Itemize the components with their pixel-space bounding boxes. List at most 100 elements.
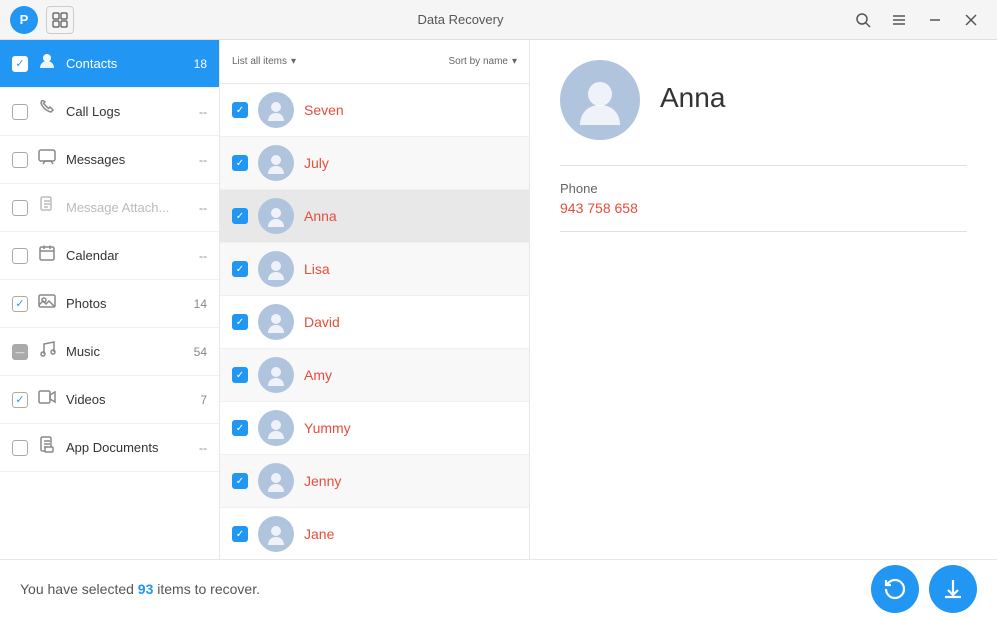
message-attach-icon xyxy=(38,196,56,219)
music-icon xyxy=(38,340,56,363)
videos-icon xyxy=(38,388,56,411)
list-item[interactable]: Jane xyxy=(220,508,529,559)
main-content: Contacts 18 Call Logs -- Messages -- xyxy=(0,40,997,559)
detail-divider2 xyxy=(560,231,967,232)
list-all-items-dropdown[interactable]: List all items ▾ xyxy=(232,56,296,67)
sidebar-checkbox-calendar[interactable] xyxy=(12,248,28,264)
sort-by-name-arrow: ▾ xyxy=(512,56,517,67)
item-checkbox-yummy[interactable] xyxy=(232,420,248,436)
item-avatar-anna xyxy=(258,198,294,234)
detail-name: Anna xyxy=(660,82,725,114)
list-item[interactable]: July xyxy=(220,137,529,190)
titlebar-left: P xyxy=(10,6,74,34)
close-button[interactable] xyxy=(955,4,987,36)
sidebar-checkbox-app-documents[interactable] xyxy=(12,440,28,456)
sidebar-label-calendar: Calendar xyxy=(66,248,189,263)
sort-by-name-label: Sort by name xyxy=(448,56,507,67)
sidebar-checkbox-photos[interactable] xyxy=(12,296,28,312)
sidebar-item-photos[interactable]: Photos 14 xyxy=(0,280,219,328)
sidebar-label-videos: Videos xyxy=(66,392,190,407)
content-area: List all items ▾ Sort by name ▾ Seven xyxy=(220,40,997,559)
item-name-amy: Amy xyxy=(304,367,332,383)
sort-by-name-dropdown[interactable]: Sort by name ▾ xyxy=(448,56,517,67)
sidebar-count-messages: -- xyxy=(199,153,207,167)
footer-text-suffix: items to recover. xyxy=(153,581,260,597)
sidebar-checkbox-videos[interactable] xyxy=(12,392,28,408)
item-checkbox-amy[interactable] xyxy=(232,367,248,383)
sidebar-label-contacts: Contacts xyxy=(66,56,184,71)
menu-button[interactable] xyxy=(883,4,915,36)
sidebar-checkbox-music[interactable] xyxy=(12,344,28,360)
titlebar: P Data Recovery xyxy=(0,0,997,40)
item-avatar-july xyxy=(258,145,294,181)
app-title: Data Recovery xyxy=(418,12,504,27)
sidebar-item-contacts[interactable]: Contacts 18 xyxy=(0,40,219,88)
detail-phone-label: Phone xyxy=(560,181,967,196)
list-item[interactable]: Yummy xyxy=(220,402,529,455)
sidebar-count-app-documents: -- xyxy=(199,441,207,455)
list-panel: List all items ▾ Sort by name ▾ Seven xyxy=(220,40,530,559)
footer-buttons xyxy=(871,565,977,613)
sidebar-item-music[interactable]: Music 54 xyxy=(0,328,219,376)
sidebar-label-app-documents: App Documents xyxy=(66,440,189,455)
item-avatar-david xyxy=(258,304,294,340)
sidebar-checkbox-message-attach[interactable] xyxy=(12,200,28,216)
search-button[interactable] xyxy=(847,4,879,36)
sidebar-count-message-attach: -- xyxy=(199,201,207,215)
sidebar-count-photos: 14 xyxy=(194,297,207,311)
item-name-lisa: Lisa xyxy=(304,261,330,277)
list-item[interactable]: Lisa xyxy=(220,243,529,296)
list-item[interactable]: Jenny xyxy=(220,455,529,508)
item-name-july: July xyxy=(304,155,329,171)
sidebar-checkbox-contacts[interactable] xyxy=(12,56,28,72)
sidebar-item-call-logs[interactable]: Call Logs -- xyxy=(0,88,219,136)
sidebar-count-calendar: -- xyxy=(199,249,207,263)
footer-text-prefix: You have selected xyxy=(20,581,138,597)
detail-phone-value: 943 758 658 xyxy=(560,200,967,216)
item-avatar-amy xyxy=(258,357,294,393)
sidebar-checkbox-messages[interactable] xyxy=(12,152,28,168)
sidebar-label-messages: Messages xyxy=(66,152,189,167)
detail-avatar xyxy=(560,60,640,140)
item-avatar-jane xyxy=(258,516,294,552)
detail-divider xyxy=(560,165,967,166)
sidebar-item-videos[interactable]: Videos 7 xyxy=(0,376,219,424)
sidebar-item-app-documents[interactable]: App Documents -- xyxy=(0,424,219,472)
sidebar-checkbox-call-logs[interactable] xyxy=(12,104,28,120)
item-avatar-seven xyxy=(258,92,294,128)
sidebar-count-contacts: 18 xyxy=(194,57,207,71)
list-item[interactable]: Anna xyxy=(220,190,529,243)
footer-selected-count: 93 xyxy=(138,581,154,597)
download-button[interactable] xyxy=(929,565,977,613)
list-item[interactable]: Seven xyxy=(220,84,529,137)
footer: You have selected 93 items to recover. xyxy=(0,559,997,617)
footer-status-text: You have selected 93 items to recover. xyxy=(20,581,260,597)
item-checkbox-july[interactable] xyxy=(232,155,248,171)
item-checkbox-jane[interactable] xyxy=(232,526,248,542)
sidebar-item-message-attach[interactable]: Message Attach... -- xyxy=(0,184,219,232)
sidebar-item-calendar[interactable]: Calendar -- xyxy=(0,232,219,280)
list-all-items-label: List all items xyxy=(232,56,287,67)
contacts-list: Seven July Anna xyxy=(220,84,529,559)
sidebar-item-messages[interactable]: Messages -- xyxy=(0,136,219,184)
list-item[interactable]: Amy xyxy=(220,349,529,402)
item-checkbox-jenny[interactable] xyxy=(232,473,248,489)
restore-button[interactable] xyxy=(871,565,919,613)
messages-icon xyxy=(38,148,56,171)
sidebar-label-call-logs: Call Logs xyxy=(66,104,189,119)
detail-panel: Anna Phone 943 758 658 xyxy=(530,40,997,559)
titlebar-icon2[interactable] xyxy=(46,6,74,34)
item-name-jenny: Jenny xyxy=(304,473,341,489)
item-checkbox-david[interactable] xyxy=(232,314,248,330)
sidebar-label-music: Music xyxy=(66,344,184,359)
minimize-button[interactable] xyxy=(919,4,951,36)
call-logs-icon xyxy=(38,100,56,123)
item-checkbox-lisa[interactable] xyxy=(232,261,248,277)
item-checkbox-seven[interactable] xyxy=(232,102,248,118)
item-name-jane: Jane xyxy=(304,526,334,542)
item-name-david: David xyxy=(304,314,340,330)
item-checkbox-anna[interactable] xyxy=(232,208,248,224)
sidebar-label-photos: Photos xyxy=(66,296,184,311)
calendar-icon xyxy=(38,244,56,267)
list-item[interactable]: David xyxy=(220,296,529,349)
